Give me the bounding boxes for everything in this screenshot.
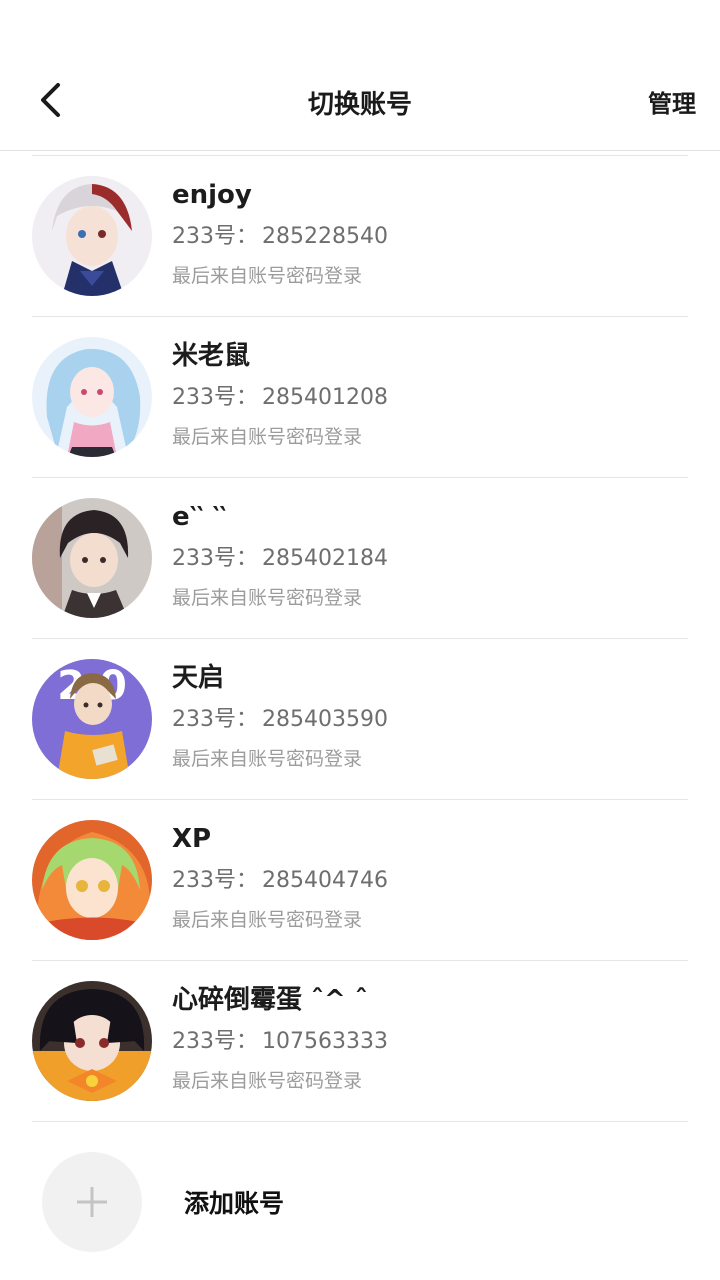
- account-item[interactable]: enjoy 233号： 285228540 最后来自账号密码登录: [32, 156, 688, 317]
- account-item[interactable]: 2 0 天启 233号：285403590 最后来自账号密码登录: [32, 639, 688, 800]
- login-method: 最后来自账号密码登录: [172, 265, 363, 287]
- account-id: 233号： 285404746: [172, 868, 388, 893]
- account-id: 233号： 285403590: [172, 707, 388, 732]
- account-name: XP: [172, 824, 212, 854]
- account-item[interactable]: e‵‵ ‵‵ 233号： 285402184 最后来自账号密码登录: [32, 478, 688, 639]
- account-item[interactable]: XP 233号： 285404746 最后来自账号密码登录: [32, 800, 688, 961]
- avatar: [32, 981, 152, 1101]
- account-id: 233号： 285228540: [172, 224, 388, 249]
- avatar: 2 0: [32, 659, 152, 779]
- account-id: 233号： 285402184: [172, 546, 388, 571]
- page-title: 切换账号: [307, 90, 412, 120]
- add-account-circle: [42, 1152, 142, 1252]
- login-method: 最后来自账号密码登录: [172, 426, 363, 448]
- avatar: [32, 176, 152, 296]
- account-id: 233号： 285401208: [172, 385, 388, 410]
- account-name: e‵‵ ‵‵: [172, 502, 227, 532]
- account-name: 米老鼠: [172, 341, 251, 371]
- account-name: 天启: [172, 663, 225, 693]
- account-item[interactable]: 心碎倒霉蛋 ˆ^ ˆ 233号： 107563333 最后来自账号密码登录: [32, 961, 688, 1122]
- add-account-label: 添加账号: [184, 1189, 285, 1218]
- avatar: [32, 820, 152, 940]
- avatar: [32, 337, 152, 457]
- status-bar: [0, 0, 720, 50]
- header: 切换账号 管理: [0, 50, 720, 151]
- account-id: 233号： 107563333: [172, 1029, 388, 1054]
- account-name: enjoy: [172, 180, 252, 210]
- login-method: 最后来自账号密码登录: [172, 587, 363, 609]
- account-name: 心碎倒霉蛋 ˆ^ ˆ: [172, 985, 368, 1015]
- login-method: 最后来自账号密码登录: [172, 748, 363, 770]
- manage-button[interactable]: 管理: [648, 84, 696, 119]
- account-item[interactable]: 米老鼠 233号： 285401208 最后来自账号密码登录: [32, 317, 688, 478]
- plus-icon: [77, 1187, 107, 1217]
- login-method: 最后来自账号密码登录: [172, 1070, 363, 1092]
- login-method: 最后来自账号密码登录: [172, 909, 363, 931]
- avatar: [32, 498, 152, 618]
- add-account-button[interactable]: 添加账号: [32, 1122, 688, 1262]
- account-list: enjoy 233号： 285228540 最后来自账号密码登录 米老鼠 233号…: [32, 155, 688, 1122]
